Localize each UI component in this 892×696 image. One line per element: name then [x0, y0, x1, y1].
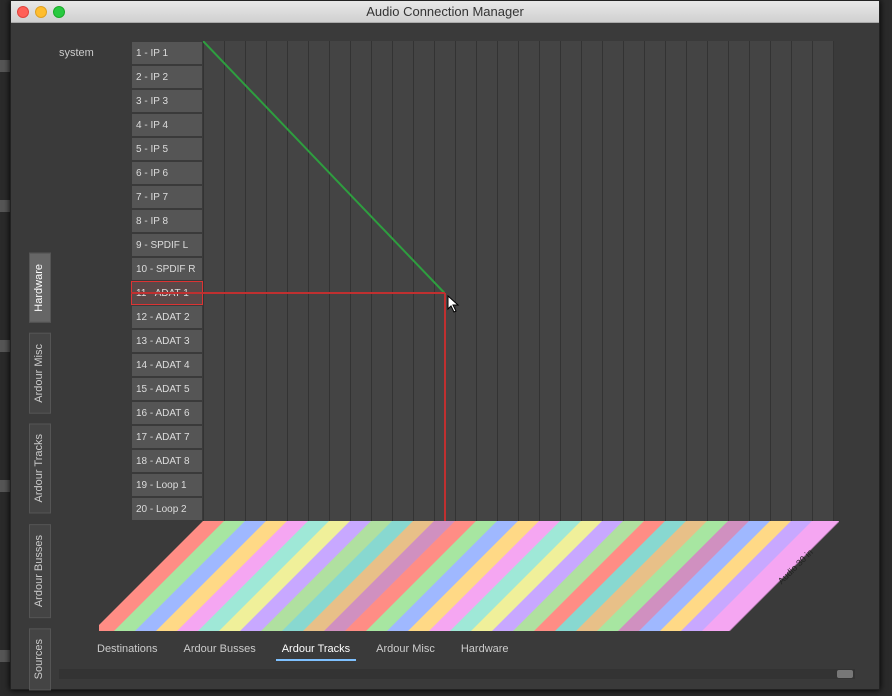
audio-connection-manager-window: Audio Connection Manager Hardware Ardour …	[10, 0, 880, 690]
window-titlebar: Audio Connection Manager	[11, 1, 879, 23]
destination-category-tabs: Destinations Ardour Busses Ardour Tracks Ar…	[91, 639, 515, 661]
horizontal-scrollbar[interactable]	[59, 669, 855, 679]
window-title: Audio Connection Manager	[11, 4, 879, 19]
destination-tab-ardour-busses[interactable]: Ardour Busses	[178, 639, 262, 661]
source-port-row[interactable]: 6 - IP 6	[131, 161, 203, 185]
source-port-row[interactable]: 9 - SPDIF L	[131, 233, 203, 257]
source-port-row[interactable]: 10 - SPDIF R	[131, 257, 203, 281]
source-port-row[interactable]: 2 - IP 2	[131, 65, 203, 89]
source-tab-sources[interactable]: Sources	[29, 628, 51, 690]
source-port-row[interactable]: 18 - ADAT 8	[131, 449, 203, 473]
source-group-label: system	[59, 47, 94, 59]
source-port-row[interactable]: 16 - ADAT 6	[131, 401, 203, 425]
scrollbar-thumb[interactable]	[837, 670, 853, 678]
source-port-row[interactable]: 14 - ADAT 4	[131, 353, 203, 377]
source-port-row[interactable]: 12 - ADAT 2	[131, 305, 203, 329]
source-port-list: 1 - IP 12 - IP 23 - IP 34 - IP 45 - IP 5…	[131, 41, 203, 521]
source-port-row[interactable]: 3 - IP 3	[131, 89, 203, 113]
source-port-row[interactable]: 20 - Loop 2	[131, 497, 203, 521]
source-tab-ardour-misc[interactable]: Ardour Misc	[29, 333, 51, 414]
source-port-row[interactable]: 4 - IP 4	[131, 113, 203, 137]
source-port-row[interactable]: 7 - IP 7	[131, 185, 203, 209]
source-port-row[interactable]: 17 - ADAT 7	[131, 425, 203, 449]
source-port-row[interactable]: 1 - IP 1	[131, 41, 203, 65]
window-content: Hardware Ardour Misc Ardour Tracks Ardour B…	[11, 23, 879, 689]
destination-tab-ardour-tracks[interactable]: Ardour Tracks	[276, 639, 356, 661]
source-port-row[interactable]: 8 - IP 8	[131, 209, 203, 233]
source-category-tabs: Hardware Ardour Misc Ardour Tracks Ardour B…	[29, 253, 51, 690]
destination-tab-ardour-misc[interactable]: Ardour Misc	[370, 639, 441, 661]
source-port-row[interactable]: 11 - ADAT 1	[131, 281, 203, 305]
source-port-row[interactable]: 5 - IP 5	[131, 137, 203, 161]
source-port-row[interactable]: 13 - ADAT 3	[131, 329, 203, 353]
destination-track-label: Audio 30 in	[776, 547, 815, 586]
source-tab-ardour-tracks[interactable]: Ardour Tracks	[29, 423, 51, 513]
destination-tab-destinations[interactable]: Destinations	[91, 639, 164, 661]
source-port-row[interactable]: 19 - Loop 1	[131, 473, 203, 497]
source-tab-ardour-busses[interactable]: Ardour Busses	[29, 524, 51, 618]
destination-tab-hardware[interactable]: Hardware	[455, 639, 515, 661]
connection-matrix[interactable]	[203, 41, 833, 521]
source-port-row[interactable]: 15 - ADAT 5	[131, 377, 203, 401]
source-tab-hardware[interactable]: Hardware	[29, 253, 51, 323]
destination-track-strip: Audio 1 inAudio 2 inAudio 3 inAudio 4 in…	[99, 521, 839, 631]
